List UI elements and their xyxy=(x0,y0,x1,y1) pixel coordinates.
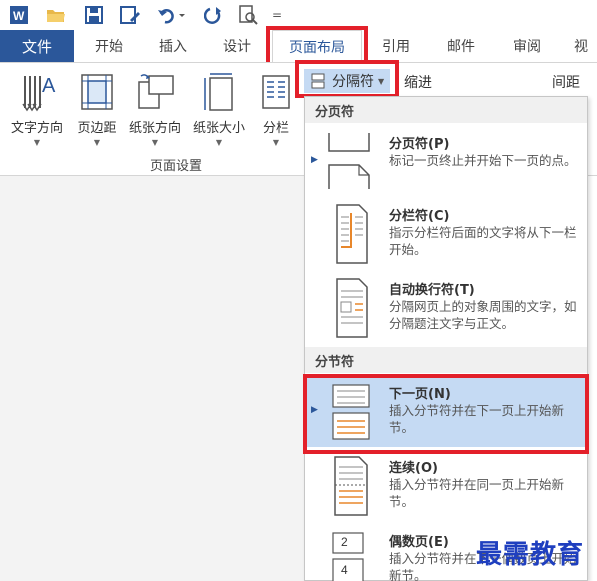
even-page-icon-number-2: 4 xyxy=(341,563,348,577)
size-button[interactable]: 纸张大小 ▼ xyxy=(188,71,250,157)
column-break-icon xyxy=(319,203,377,269)
chevron-down-icon: ▼ xyxy=(378,76,385,86)
even-page-title: 偶数页(E) xyxy=(389,535,449,550)
menu-item-text-wrapping[interactable]: 自动换行符(T) 分隔网页上的对象周围的文字，如分隔题注文字与正文。 xyxy=(305,271,587,343)
text-direction-icon: A xyxy=(17,71,57,113)
tab-references[interactable]: 引用 xyxy=(368,30,424,62)
tab-mailings[interactable]: 邮件 xyxy=(432,30,490,62)
quick-access-toolbar: W = xyxy=(0,0,597,30)
text-direction-button[interactable]: A 文字方向 ▼ xyxy=(6,71,68,157)
chevron-down-icon: ▼ xyxy=(215,138,223,147)
tab-page-layout[interactable]: 页面布局 xyxy=(272,30,362,62)
save-icon[interactable] xyxy=(82,4,106,26)
continuous-icon xyxy=(319,455,377,521)
tab-view[interactable]: 视 xyxy=(566,30,596,62)
menu-item-column-break[interactable]: 分栏符(C) 指示分栏符后面的文字将从下一栏开始。 xyxy=(305,197,587,269)
chevron-down-icon: ▼ xyxy=(151,138,159,147)
section-breaks-header: 分节符 xyxy=(305,347,587,373)
column-break-title: 分栏符(C) xyxy=(389,209,450,224)
margins-label: 页边距 xyxy=(77,121,117,136)
columns-button[interactable]: 分栏 ▼ xyxy=(256,71,296,157)
page-setup-group-label: 页面设置 xyxy=(150,159,203,174)
redo-icon[interactable] xyxy=(202,4,224,26)
spacing-label: 间距 xyxy=(552,75,580,91)
size-label: 纸张大小 xyxy=(192,121,245,136)
print-preview-icon[interactable] xyxy=(236,4,260,26)
next-page-title: 下一页(N) xyxy=(389,387,451,402)
breaks-button[interactable]: 分隔符 ▼ xyxy=(304,69,390,93)
undo-icon[interactable] xyxy=(155,4,187,26)
page-break-icon xyxy=(319,131,377,195)
orientation-button[interactable]: 纸张方向 ▼ xyxy=(124,71,186,157)
text-direction-label: 文字方向 xyxy=(10,121,63,136)
svg-text:A: A xyxy=(42,75,56,97)
pointer-icon: ▶ xyxy=(311,155,318,165)
edit-document-icon[interactable] xyxy=(118,4,142,26)
columns-icon xyxy=(260,71,292,113)
text-wrapping-icon xyxy=(319,277,377,343)
text-wrapping-title: 自动换行符(T) xyxy=(389,283,475,298)
chevron-down-icon: ▼ xyxy=(272,138,280,147)
word-icon: W xyxy=(8,4,30,26)
tab-review[interactable]: 审阅 xyxy=(498,30,556,62)
even-page-icon xyxy=(319,529,377,581)
tab-design[interactable]: 设计 xyxy=(208,30,266,62)
watermark: 最需教育 xyxy=(476,540,585,570)
columns-label: 分栏 xyxy=(262,121,289,136)
menu-item-page-break[interactable]: ▶ 分页符(P) 标记一页终止并开始下一页的点。 xyxy=(305,125,587,195)
open-folder-icon[interactable] xyxy=(44,4,68,26)
svg-text:W: W xyxy=(13,9,25,23)
page-break-title: 分页符(P) xyxy=(389,137,450,152)
next-page-desc: 插入分节符并在下一页上开始新节。 xyxy=(389,403,565,435)
next-page-icon xyxy=(319,381,377,447)
customize-icon[interactable]: = xyxy=(270,4,284,26)
tab-home[interactable]: 开始 xyxy=(80,30,138,62)
menu-item-next-page[interactable]: ▶ 下一页(N) 插入分节符并在下一页上开始新节。 xyxy=(305,375,587,447)
pointer-icon: ▶ xyxy=(311,405,318,415)
column-break-desc: 指示分栏符后面的文字将从下一栏开始。 xyxy=(389,225,577,257)
margins-button[interactable]: 页边距 ▼ xyxy=(72,71,122,157)
margins-icon xyxy=(79,71,115,113)
breaks-dropdown-menu: 分页符 ▶ 分页符(P) 标记一页终止并开始下一页的点。 分栏符(C) 指示分栏… xyxy=(304,96,588,581)
chevron-down-icon: ▼ xyxy=(33,138,41,147)
text-wrapping-desc: 分隔网页上的对象周围的文字，如分隔题注文字与正文。 xyxy=(389,299,577,331)
breaks-label: 分隔符 xyxy=(332,74,374,90)
page-size-icon xyxy=(201,71,237,113)
ribbon-tabs: 文件 开始 插入 设计 页面布局 引用 邮件 审阅 视 xyxy=(0,30,597,62)
continuous-title: 连续(O) xyxy=(389,461,438,476)
tab-file[interactable]: 文件 xyxy=(0,30,74,62)
tab-insert[interactable]: 插入 xyxy=(144,30,202,62)
menu-item-continuous[interactable]: 连续(O) 插入分节符并在同一页上开始新节。 xyxy=(305,449,587,521)
orientation-label: 纸张方向 xyxy=(128,121,181,136)
chevron-down-icon: ▼ xyxy=(93,138,101,147)
breaks-icon xyxy=(311,73,325,89)
orientation-icon xyxy=(135,71,175,113)
page-break-desc: 标记一页终止并开始下一页的点。 xyxy=(389,153,577,168)
page-breaks-header: 分页符 xyxy=(305,97,587,123)
continuous-desc: 插入分节符并在同一页上开始新节。 xyxy=(389,477,565,509)
even-page-icon-number: 2 xyxy=(341,535,348,549)
indent-label: 缩进 xyxy=(404,75,432,91)
